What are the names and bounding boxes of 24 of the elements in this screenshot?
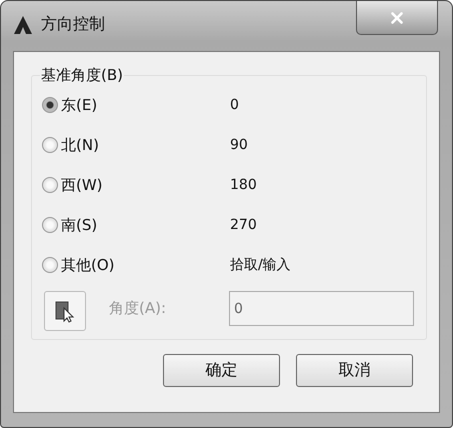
- app-logo-icon: [13, 15, 33, 35]
- radio-button[interactable]: [42, 257, 58, 273]
- angle-value: 90: [230, 137, 248, 153]
- close-button[interactable]: [356, 1, 438, 35]
- radio-button[interactable]: [42, 97, 58, 113]
- pick-cursor-icon: [53, 299, 77, 323]
- radio-button[interactable]: [42, 137, 58, 153]
- radio-option[interactable]: 西(W): [42, 176, 230, 194]
- angle-value: 180: [230, 177, 257, 193]
- cancel-button[interactable]: 取消: [296, 354, 413, 387]
- radio-button[interactable]: [42, 177, 58, 193]
- window-title: 方向控制: [41, 14, 105, 35]
- angle-value: 拾取/输入: [230, 256, 291, 274]
- radio-option[interactable]: 其他(O): [42, 256, 230, 274]
- radio-option[interactable]: 南(S): [42, 216, 230, 234]
- angle-value: 270: [230, 217, 257, 233]
- ok-button[interactable]: 确定: [163, 354, 280, 387]
- group-label: 基准角度(B): [40, 66, 124, 85]
- radio-option[interactable]: 北(N): [42, 136, 230, 154]
- radio-option[interactable]: 东(E): [42, 96, 230, 114]
- radio-button[interactable]: [42, 217, 58, 233]
- angle-value: 0: [230, 97, 239, 113]
- angle-label: 角度(A):: [109, 299, 168, 318]
- pick-button[interactable]: [44, 291, 86, 331]
